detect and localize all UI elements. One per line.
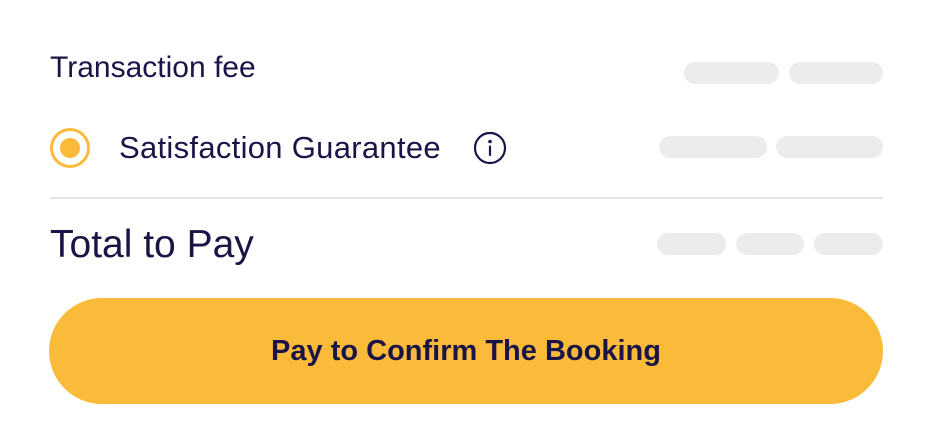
transaction-fee-value-placeholder-1 <box>684 62 779 84</box>
transaction-fee-label: Transaction fee <box>50 51 256 84</box>
radio-selected-dot <box>60 138 80 158</box>
info-icon[interactable] <box>473 131 507 165</box>
divider <box>50 197 883 199</box>
transaction-fee-value-placeholder-2 <box>789 62 883 84</box>
satisfaction-guarantee-value-placeholder-1 <box>659 136 767 158</box>
satisfaction-guarantee-label: Satisfaction Guarantee <box>119 130 441 165</box>
total-value-placeholder-2 <box>736 233 804 255</box>
pay-to-confirm-button[interactable]: Pay to Confirm The Booking <box>49 298 883 404</box>
total-to-pay-label: Total to Pay <box>50 223 254 266</box>
satisfaction-guarantee-value-placeholder-2 <box>776 136 883 158</box>
total-value-placeholder-3 <box>814 233 883 255</box>
total-value-placeholder-1 <box>657 233 726 255</box>
satisfaction-guarantee-radio[interactable] <box>50 128 90 168</box>
